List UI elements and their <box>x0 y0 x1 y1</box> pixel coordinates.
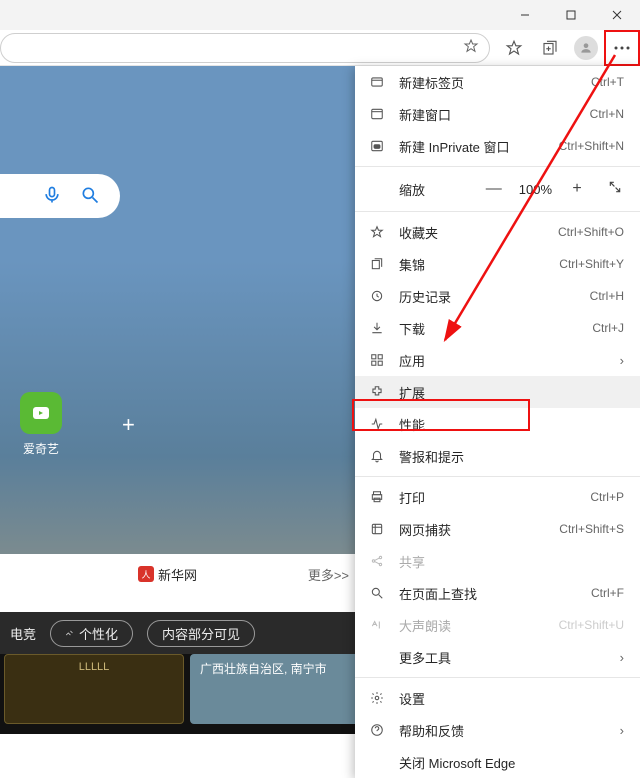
read-aloud-icon <box>369 617 385 633</box>
menu-collections[interactable]: 集锦Ctrl+Shift+Y <box>355 248 640 280</box>
menu-close-edge[interactable]: 关闭 Microsoft Edge <box>355 746 640 778</box>
feed-category[interactable]: 电竞 <box>10 624 36 643</box>
voice-icon[interactable] <box>42 185 62 208</box>
tile-iqiyi[interactable]: 爱奇艺 <box>20 392 62 457</box>
menu-favorites[interactable]: 收藏夹Ctrl+Shift+O <box>355 216 640 248</box>
iqiyi-icon <box>20 392 62 434</box>
menu-share: 共享 <box>355 545 640 577</box>
capture-icon <box>369 521 385 537</box>
browser-toolbar <box>0 30 640 66</box>
reading-list-icon[interactable] <box>463 38 479 57</box>
zoom-value: 100% <box>519 182 552 197</box>
share-icon <box>369 553 385 569</box>
favorites-icon[interactable] <box>496 30 532 66</box>
menu-separator <box>355 476 640 477</box>
menu-alerts[interactable]: 警报和提示 <box>355 440 640 472</box>
menu-downloads[interactable]: 下载Ctrl+J <box>355 312 640 344</box>
gear-icon <box>369 690 385 706</box>
help-icon <box>369 722 385 738</box>
menu-separator <box>355 166 640 167</box>
new-tab-icon <box>369 74 385 90</box>
xinhua-icon: 人 <box>138 566 154 582</box>
download-icon <box>369 320 385 336</box>
search-bar[interactable] <box>0 174 120 218</box>
chevron-right-icon: › <box>620 353 624 368</box>
inprivate-icon <box>369 138 385 154</box>
history-icon <box>369 288 385 304</box>
fullscreen-button[interactable] <box>602 180 628 199</box>
close-window-button[interactable] <box>594 0 640 30</box>
chevron-right-icon: › <box>620 723 624 738</box>
window-titlebar <box>0 0 640 30</box>
menu-separator <box>355 211 640 212</box>
links-row-2b: 人新华网 更多>> <box>0 554 355 594</box>
profile-button[interactable] <box>568 30 604 66</box>
menu-help[interactable]: 帮助和反馈› <box>355 714 640 746</box>
address-bar[interactable] <box>0 33 490 63</box>
performance-icon <box>369 416 385 432</box>
menu-separator <box>355 677 640 678</box>
collections-icon[interactable] <box>532 30 568 66</box>
feed-card-1[interactable]: LLLLL <box>4 654 184 724</box>
extensions-icon <box>369 384 385 400</box>
menu-performance[interactable]: 性能 <box>355 408 640 440</box>
menu-zoom: 缩放 — 100% + <box>355 171 640 207</box>
menu-extensions[interactable]: 扩展 <box>355 376 640 408</box>
visibility-button[interactable]: 内容部分可见 <box>147 620 255 647</box>
quick-tiles: 爱奇艺 + <box>20 392 135 457</box>
menu-find[interactable]: 在页面上查找Ctrl+F <box>355 577 640 609</box>
print-icon <box>369 489 385 505</box>
menu-read-aloud: 大声朗读Ctrl+Shift+U <box>355 609 640 641</box>
bell-icon <box>369 448 385 464</box>
minimize-button[interactable] <box>502 0 548 30</box>
chevron-right-icon: › <box>620 650 624 665</box>
menu-capture[interactable]: 网页捕获Ctrl+Shift+S <box>355 513 640 545</box>
menu-new-window[interactable]: 新建窗口Ctrl+N <box>355 98 640 130</box>
menu-history[interactable]: 历史记录Ctrl+H <box>355 280 640 312</box>
tile-label: 爱奇艺 <box>23 440 59 457</box>
menu-new-inprivate[interactable]: 新建 InPrivate 窗口Ctrl+Shift+N <box>355 130 640 162</box>
star-icon <box>369 224 385 240</box>
menu-apps[interactable]: 应用› <box>355 344 640 376</box>
menu-settings[interactable]: 设置 <box>355 682 640 714</box>
personalize-button[interactable]: 个性化 <box>50 620 133 647</box>
apps-icon <box>369 352 385 368</box>
collections-icon <box>369 256 385 272</box>
settings-menu: 新建标签页Ctrl+T 新建窗口Ctrl+N 新建 InPrivate 窗口Ct… <box>355 66 640 778</box>
link-xinhua[interactable]: 人新华网 <box>138 565 197 584</box>
zoom-in-button[interactable]: + <box>564 180 590 198</box>
find-icon <box>369 585 385 601</box>
add-tile-button[interactable]: + <box>122 412 135 438</box>
menu-print[interactable]: 打印Ctrl+P <box>355 481 640 513</box>
maximize-button[interactable] <box>548 0 594 30</box>
menu-new-tab[interactable]: 新建标签页Ctrl+T <box>355 66 640 98</box>
more-menu-button[interactable] <box>604 30 640 66</box>
new-window-icon <box>369 106 385 122</box>
menu-more-tools[interactable]: 更多工具› <box>355 641 640 673</box>
search-icon[interactable] <box>80 185 100 208</box>
link-more[interactable]: 更多>> <box>308 565 349 584</box>
zoom-out-button[interactable]: — <box>481 180 507 198</box>
